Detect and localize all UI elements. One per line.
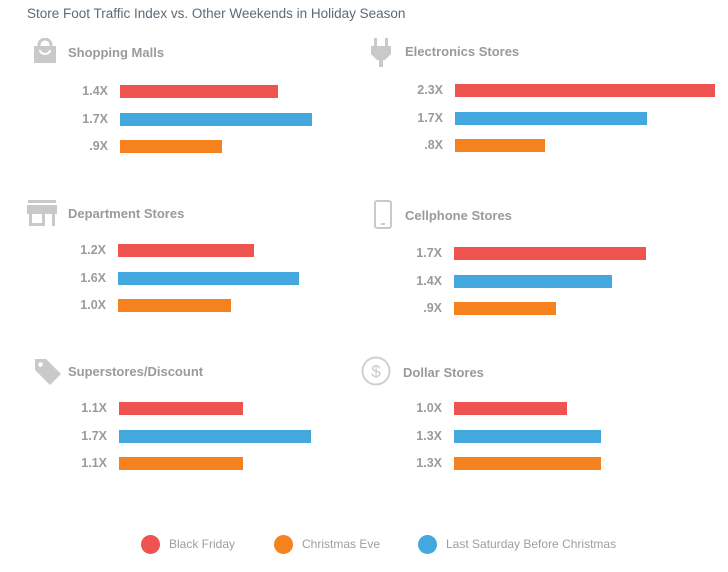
bar-value-label: 2.3X (417, 83, 443, 97)
plug-icon (370, 38, 400, 68)
panel-superstores-discount: Superstores/Discount 1.1X 1.7X 1.1X (34, 358, 374, 498)
bar-christmas-eve[interactable] (454, 457, 601, 470)
legend-swatch (274, 535, 293, 554)
bar-value-label: 1.7X (82, 111, 108, 126)
panel-electronics-stores: Electronics Stores 2.3X 1.7X .8X (370, 38, 715, 178)
bar-value-label: .9X (423, 301, 442, 315)
bar-value-label: 1.7X (81, 428, 107, 443)
bar-christmas-eve[interactable] (118, 299, 231, 312)
svg-text:$: $ (371, 362, 381, 381)
legend-label: Last Saturday Before Christmas (446, 537, 617, 551)
bar-last-saturday[interactable] (118, 271, 299, 285)
bar-last-saturday[interactable] (454, 429, 601, 443)
bar-black-friday[interactable] (118, 244, 254, 257)
panel-title: Shopping Malls (68, 45, 165, 60)
panel-title: Superstores/Discount (68, 364, 204, 379)
panel-title: Cellphone Stores (405, 208, 512, 223)
bar-value-label: 1.2X (80, 243, 106, 257)
bar-value-label: 1.3X (416, 456, 442, 470)
bar-value-label: 1.3X (416, 428, 442, 443)
bar-black-friday[interactable] (120, 85, 278, 98)
bar-black-friday[interactable] (454, 247, 646, 260)
bar-value-label: 1.7X (416, 246, 442, 260)
shopping-bag-icon (32, 37, 62, 68)
bar-value-label: .8X (424, 138, 443, 152)
bar-last-saturday[interactable] (455, 111, 647, 125)
bar-value-label: 1.0X (80, 298, 106, 312)
panel-title: Department Stores (68, 206, 185, 221)
bar-value-label: 1.6X (80, 270, 106, 285)
panel-department-stores: Department Stores 1.2X 1.6X 1.0X (27, 200, 367, 340)
bar-last-saturday[interactable] (119, 429, 311, 443)
legend-swatch (418, 535, 437, 554)
bar-value-label: 1.4X (416, 273, 442, 288)
bar-value-label: 1.1X (81, 401, 107, 415)
panel-title: Electronics Stores (405, 44, 520, 59)
panel-cellphone-stores: Cellphone Stores 1.7X 1.4X .9X (374, 200, 714, 340)
cellphone-icon (374, 200, 404, 230)
bar-black-friday[interactable] (119, 402, 243, 415)
bar-value-label: 1.0X (416, 401, 442, 415)
legend-swatch (141, 535, 160, 554)
bar-christmas-eve[interactable] (120, 140, 222, 153)
bar-value-label: 1.1X (81, 456, 107, 470)
legend-label: Christmas Eve (302, 537, 381, 551)
bar-christmas-eve[interactable] (454, 302, 556, 315)
bar-value-label: 1.4X (82, 84, 108, 98)
dollar-circle-icon: $ (361, 356, 391, 386)
bar-christmas-eve[interactable] (119, 457, 243, 470)
bar-christmas-eve[interactable] (455, 139, 545, 152)
bar-last-saturday[interactable] (120, 112, 312, 126)
panel-shopping-malls: Shopping Malls 1.4X 1.7X .9X (32, 37, 372, 178)
legend: Black Friday Christmas Eve Last Saturday… (0, 535, 728, 555)
panel-title: Dollar Stores (403, 365, 484, 380)
chart-title: Store Foot Traffic Index vs. Other Weeke… (27, 6, 406, 21)
bar-last-saturday[interactable] (454, 274, 612, 288)
panel-dollar-stores: $ Dollar Stores 1.0X 1.3X 1.3X (361, 356, 701, 496)
bar-black-friday[interactable] (454, 402, 567, 415)
legend-label: Black Friday (169, 537, 236, 551)
bar-black-friday[interactable] (455, 84, 715, 97)
bar-value-label: 1.7X (417, 110, 443, 125)
bar-value-label: .9X (89, 139, 108, 153)
price-tag-icon (34, 358, 64, 388)
storefront-icon (27, 200, 57, 230)
